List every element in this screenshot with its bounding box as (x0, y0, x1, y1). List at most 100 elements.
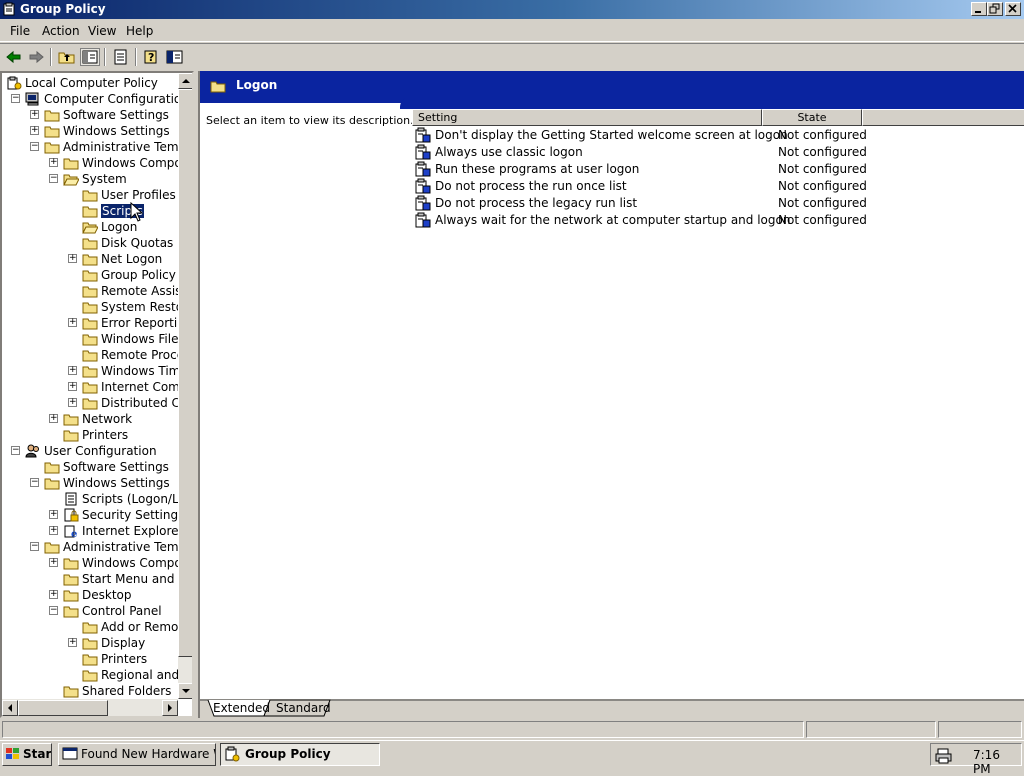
close-button[interactable] (1005, 2, 1021, 16)
tab-standard[interactable]: Standard (266, 701, 341, 718)
collapse-icon[interactable]: − (30, 478, 39, 487)
tree-vertical-scrollbar[interactable] (178, 73, 192, 699)
tree-item[interactable]: Printers (2, 651, 178, 667)
expand-icon[interactable]: + (68, 254, 77, 263)
setting-row[interactable]: Do not process the run once list Not conf… (412, 177, 1024, 194)
tree-item[interactable]: Scripts (2, 203, 178, 219)
tree-item[interactable]: +eInternet Explorer Maintenance (2, 523, 192, 540)
clock[interactable]: 7:16 PM (973, 748, 1021, 776)
scroll-thumb[interactable] (178, 89, 192, 657)
expand-icon[interactable]: + (68, 318, 77, 327)
start-button[interactable]: Start (2, 743, 52, 766)
setting-row[interactable]: Don't display the Getting Started welcom… (412, 126, 1024, 143)
tree-item[interactable]: Windows File Protection (2, 331, 192, 347)
tree-item[interactable]: − User Configuration (2, 443, 178, 459)
tree-item[interactable]: + Error Reporting (2, 315, 192, 331)
column-header-state[interactable]: State (762, 109, 862, 126)
console-tree[interactable]: Local Computer Policy − Computer Configura… (0, 71, 194, 718)
tree-item[interactable]: Remote Procedure Call (2, 347, 192, 363)
tree-item[interactable]: Printers (2, 427, 178, 443)
group-policy-app-icon[interactable] (3, 2, 17, 16)
title-bar[interactable]: Group Policy (0, 0, 1024, 19)
tree-item[interactable]: + Distributed COM (2, 395, 192, 411)
tree-item[interactable]: System Restore (2, 299, 192, 315)
tree-item[interactable]: Start Menu and Taskbar (2, 571, 192, 587)
tree-item[interactable]: − Computer Configuration (2, 91, 189, 107)
expand-icon[interactable]: + (49, 510, 58, 519)
menu-help[interactable]: Help (126, 24, 153, 38)
setting-row[interactable]: Run these programs at user logon Not conf… (412, 160, 1024, 177)
minimize-button[interactable] (971, 2, 987, 16)
tree-item[interactable]: + Security Settings (2, 507, 184, 523)
task-group-policy[interactable]: Group Policy (220, 743, 380, 766)
tree-item[interactable]: Group Policy (2, 267, 178, 283)
scroll-right-button[interactable] (162, 700, 178, 716)
properties-button[interactable] (165, 48, 185, 66)
up-one-level-button[interactable] (57, 48, 77, 66)
show-hide-tree-button[interactable] (80, 48, 100, 66)
tree-item[interactable]: + Network (2, 411, 178, 427)
expand-icon[interactable]: + (68, 366, 77, 375)
tree-item[interactable]: − Control Panel (2, 603, 178, 619)
setting-row[interactable]: Do not process the legacy run list Not co… (412, 194, 1024, 211)
tree-item[interactable]: Add or Remove Programs (2, 619, 192, 635)
task-found-new-hardware[interactable]: Found New Hardware Wi... (58, 743, 216, 766)
collapse-icon[interactable]: − (11, 446, 20, 455)
tree-item[interactable]: − Administrative Templates (2, 139, 192, 155)
expand-icon[interactable]: + (68, 382, 77, 391)
expand-icon[interactable]: + (68, 638, 77, 647)
menu-view[interactable]: View (88, 24, 116, 38)
maximize-button[interactable] (987, 2, 1003, 16)
tree-item[interactable]: Shared Folders (2, 683, 178, 699)
tree-item[interactable]: Local Computer Policy (2, 75, 178, 91)
scroll-up-button[interactable] (178, 73, 192, 89)
column-header-setting[interactable]: Setting (412, 109, 762, 126)
collapse-icon[interactable]: − (30, 542, 39, 551)
hscroll-thumb[interactable] (18, 700, 108, 716)
column-header-empty[interactable] (862, 109, 1024, 126)
expand-icon[interactable]: + (49, 158, 58, 167)
expand-icon[interactable]: + (49, 590, 58, 599)
tree-item[interactable]: +Windows Components (2, 555, 192, 571)
tree-item[interactable]: + Display (2, 635, 178, 651)
tree-item[interactable]: + Net Logon (2, 251, 178, 267)
menu-file[interactable]: File (10, 24, 30, 38)
tree-item[interactable]: + Software Settings (2, 107, 178, 123)
tree-item[interactable]: +Windows Components (2, 155, 192, 171)
tree-item[interactable]: − Administrative Templates (2, 539, 192, 555)
tree-item[interactable]: Logon (2, 219, 178, 235)
collapse-icon[interactable]: − (30, 142, 39, 151)
tree-item[interactable]: Scripts (Logon/Logoff) (2, 491, 192, 507)
forward-button[interactable] (26, 48, 46, 66)
tree-item[interactable]: Disk Quotas (2, 235, 178, 251)
expand-icon[interactable]: + (49, 558, 58, 567)
printer-icon[interactable] (935, 748, 953, 764)
scroll-down-button[interactable] (178, 683, 192, 699)
tree-item[interactable]: + Windows Settings (2, 123, 178, 139)
setting-row[interactable]: Always use classic logon Not configured (412, 143, 1024, 160)
tree-item[interactable]: Software Settings (2, 459, 178, 475)
expand-icon[interactable]: + (68, 398, 77, 407)
help-button[interactable]: ? (142, 48, 162, 66)
scroll-left-button[interactable] (2, 700, 18, 716)
tree-item[interactable]: − Windows Settings (2, 475, 178, 491)
setting-row[interactable]: Always wait for the network at computer … (412, 211, 1024, 228)
tree-item[interactable]: User Profiles (2, 187, 178, 203)
tree-item[interactable]: Regional and Language Options (2, 667, 192, 683)
expand-icon[interactable]: + (49, 526, 58, 535)
collapse-icon[interactable]: − (49, 606, 58, 615)
tree-item[interactable]: − System (2, 171, 178, 187)
tree-item[interactable]: +Windows Time Service (2, 363, 192, 379)
expand-icon[interactable]: + (30, 110, 39, 119)
tree-item[interactable]: + Desktop (2, 587, 178, 603)
expand-icon[interactable]: + (30, 126, 39, 135)
tree-item[interactable]: Remote Assistance (2, 283, 192, 299)
tree-item[interactable]: +Internet Communication Management (2, 379, 192, 395)
back-button[interactable] (4, 48, 24, 66)
export-list-button[interactable] (111, 48, 131, 66)
expand-icon[interactable]: + (49, 414, 58, 423)
collapse-icon[interactable]: − (49, 174, 58, 183)
collapse-icon[interactable]: − (11, 94, 20, 103)
menu-action[interactable]: Action (42, 24, 80, 38)
tree-horizontal-scrollbar[interactable] (2, 699, 178, 716)
